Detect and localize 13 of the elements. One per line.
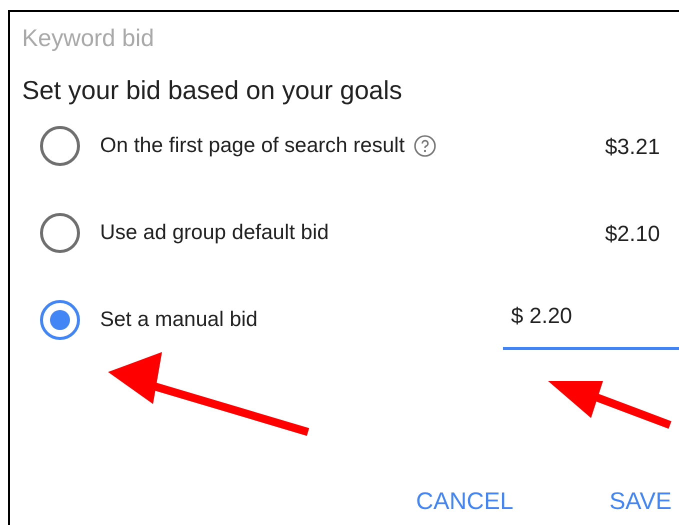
dialog-title: Keyword bid [22, 24, 154, 54]
cancel-button[interactable]: CANCEL [400, 480, 530, 524]
bid-amount: $3.21 [604, 132, 660, 160]
radio-button[interactable] [40, 213, 80, 253]
radio-button[interactable] [40, 300, 80, 340]
option-label: Use ad group default bid [100, 220, 329, 246]
option-label: On the first page of search result [100, 133, 405, 160]
radio-button[interactable] [40, 126, 80, 166]
bid-amount: $2.10 [604, 220, 660, 248]
option-label: Set a manual bid [100, 307, 258, 334]
bid-input-field[interactable]: $ 2.20 [503, 298, 679, 350]
dialog-subtitle: Set your bid based on your goals [22, 74, 402, 106]
save-button[interactable]: SAVE [593, 480, 679, 524]
